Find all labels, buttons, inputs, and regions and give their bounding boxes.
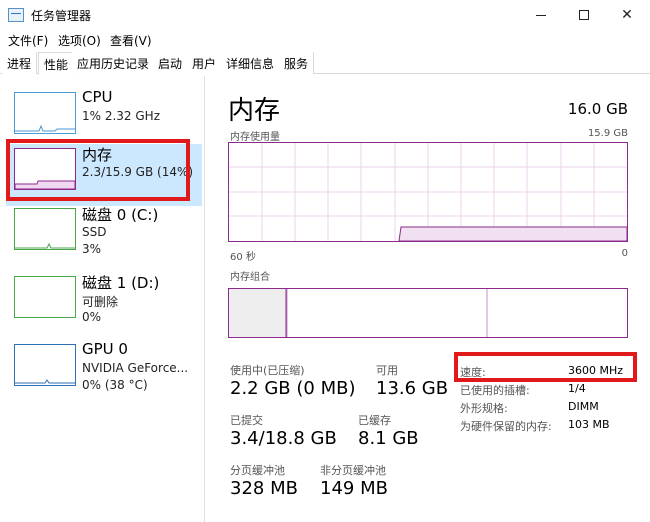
resource-type: SSD [82,225,107,239]
available-label: 可用 [376,364,398,377]
task-manager-icon [8,8,24,22]
disk-0-sparkline [15,242,75,249]
close-button[interactable]: ✕ [604,0,650,30]
available-value: 13.6 GB [376,378,449,399]
tab-users[interactable]: 用户 [187,52,223,74]
nonpaged-pool-label: 非分页缓冲池 [320,464,386,477]
memory-total: 16.0 GB [567,100,628,118]
memory-detail-panel: 内存 16.0 GB 内存使用量 15.9 GB 60 秒 0 内存组合 使用中… [228,80,628,520]
memory-composition-chart [229,289,488,337]
tab-performance[interactable]: 性能 [38,52,75,75]
nonpaged-pool-value: 149 MB [320,478,388,499]
composition-label: 内存组合 [230,272,270,283]
page-title: 内存 [228,96,281,126]
memory-usage-graph [228,142,628,242]
tab-processes[interactable]: 进程 [2,52,38,74]
resource-usage: 0% [82,310,102,324]
cpu-thumbnail-graph [14,92,76,134]
memory-composition-bar [228,288,628,338]
in-use-value: 2.2 GB (0 MB) [230,378,356,399]
title-bar: 任务管理器 ✕ [0,0,650,30]
resource-model: NVIDIA GeForce... [82,361,189,375]
paged-pool-value: 328 MB [230,478,298,499]
resource-title: CPU [82,88,113,106]
disk-0-thumbnail-graph [14,208,76,250]
gpu-thumbnail-graph [14,344,76,386]
minimize-icon [536,14,546,16]
form-factor-label: 外形规格: [460,402,508,415]
maximize-icon [579,10,589,20]
menu-view[interactable]: 查看(V) [110,32,152,49]
resource-usage: 1% 2.32 GHz [82,109,161,123]
minimize-button[interactable] [518,0,564,30]
resource-title: 磁盘 1 (D:) [82,274,160,292]
cached-value: 8.1 GB [358,428,419,449]
in-use-label: 使用中(已压缩) [230,364,305,377]
menu-options[interactable]: 选项(O) [58,32,101,49]
hardware-reserved-value: 103 MB [568,418,610,431]
disk-1-thumbnail-graph [14,276,76,318]
tab-details[interactable]: 详细信息 [221,52,281,74]
resource-type: 可删除 [82,295,119,309]
menu-bar: 文件(F) 选项(O) 查看(V) [0,30,650,50]
hardware-reserved-label: 为硬件保留的内存: [460,420,552,433]
window-title: 任务管理器 [31,9,92,23]
resource-title: 磁盘 0 (C:) [82,206,159,224]
menu-file[interactable]: 文件(F) [8,32,48,49]
close-icon: ✕ [621,7,633,23]
resource-title: GPU 0 [82,340,128,358]
graph-axis-right: 0 [621,248,628,259]
tab-app-history[interactable]: 应用历史记录 [72,52,156,74]
memory-usage-chart [229,143,628,242]
tab-bar: 进程 性能 应用历史记录 启动 用户 详细信息 服务 [0,52,650,75]
maximize-button[interactable] [561,0,607,30]
cpu-sparkline [15,124,75,132]
resource-item-disk-0[interactable]: 磁盘 0 (C:) SSD 3% [6,204,202,266]
speed-highlight-box [454,352,637,382]
resource-item-disk-1[interactable]: 磁盘 1 (D:) 可删除 0% [6,272,202,334]
memory-highlight-box [6,139,190,201]
cached-label: 已缓存 [358,414,391,427]
tab-startup[interactable]: 启动 [153,52,189,74]
tab-services[interactable]: 服务 [279,52,315,74]
resource-item-gpu-0[interactable]: GPU 0 NVIDIA GeForce... 0% (38 °C) [6,340,202,402]
committed-value: 3.4/18.8 GB [230,428,337,449]
gpu-sparkline [15,379,75,384]
resource-usage: 3% [82,242,102,256]
graph-axis-left: 60 秒 [230,252,256,263]
usage-graph-label: 内存使用量 [230,132,280,143]
slots-value: 1/4 [568,382,586,395]
resource-usage: 0% (38 °C) [82,378,148,392]
slots-label: 已使用的插槽: [460,384,530,397]
paged-pool-label: 分页缓冲池 [230,464,285,477]
committed-label: 已提交 [230,414,263,427]
form-factor-value: DIMM [568,400,599,413]
usage-graph-max: 15.9 GB [587,128,628,139]
